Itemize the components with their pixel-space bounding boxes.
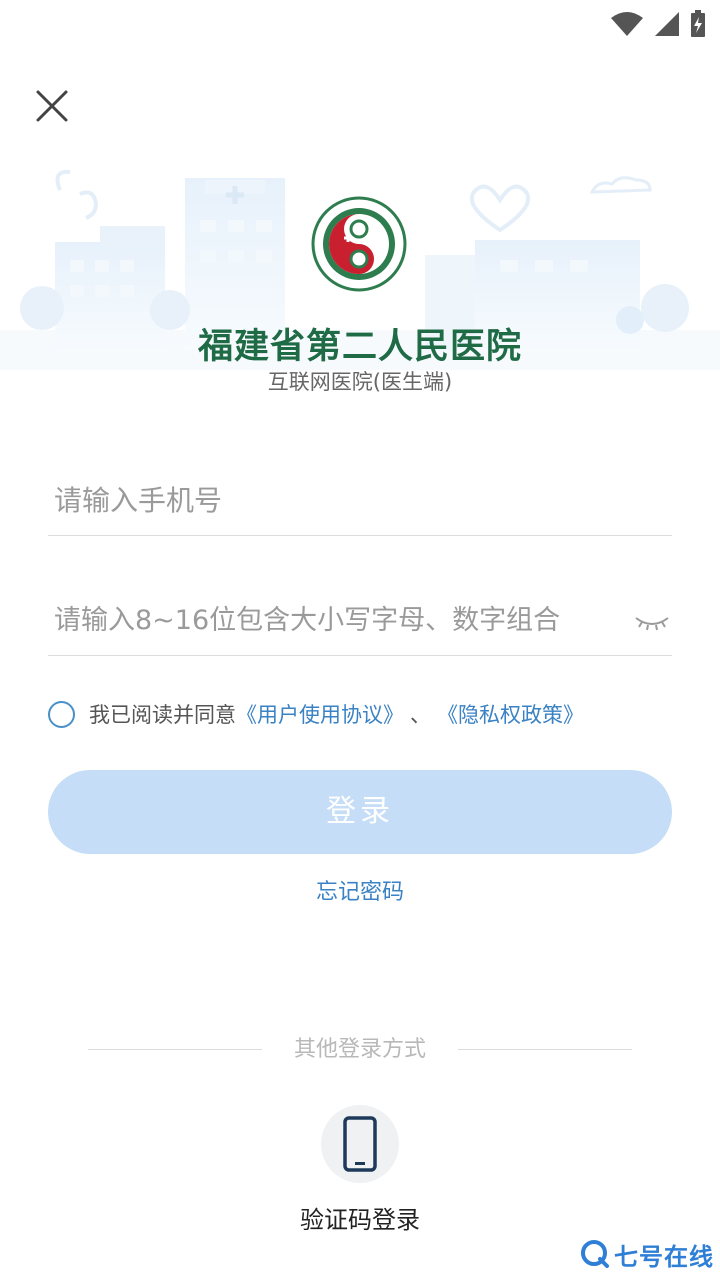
phone-field (48, 466, 672, 536)
agreement-row: 我已阅读并同意 《用户使用协议》 、 《隐私权政策》 (48, 696, 584, 732)
login-button[interactable]: 登录 (48, 770, 672, 854)
close-button[interactable] (30, 84, 74, 128)
signal-icon (655, 12, 679, 36)
phone-input[interactable] (54, 474, 624, 526)
mobile-phone-icon (343, 1116, 377, 1172)
hospital-name: 福建省第二人民医院 (197, 327, 522, 367)
watermark-text: 七号在线 (614, 1242, 714, 1271)
password-field (48, 586, 672, 656)
password-input[interactable] (54, 594, 634, 646)
status-bar (0, 0, 720, 48)
hospital-logo (311, 196, 407, 292)
status-icons (610, 10, 706, 38)
watermark: 七号在线 (580, 1236, 714, 1272)
sms-login-label[interactable]: 验证码登录 (0, 1200, 720, 1235)
hospital-subtitle: 互联网医院(医生端) (267, 370, 453, 394)
wifi-icon (611, 12, 643, 36)
divider-line-right (458, 1049, 632, 1050)
eye-closed-icon[interactable] (632, 606, 672, 636)
privacy-policy-link[interactable]: 《隐私权政策》 (437, 699, 584, 729)
battery-charging-icon (691, 10, 705, 37)
other-login-title: 其他登录方式 (293, 1037, 426, 1062)
sms-login-button[interactable] (321, 1105, 399, 1183)
agreement-separator: 、 (410, 703, 431, 727)
watermark-logo-icon (581, 1240, 609, 1268)
agreement-prefix: 我已阅读并同意 (89, 703, 236, 727)
other-login-divider: 其他登录方式 (88, 1034, 632, 1066)
agreement-checkbox[interactable] (48, 700, 75, 728)
forgot-password-link[interactable]: 忘记密码 (0, 874, 720, 906)
user-agreement-link[interactable]: 《用户使用协议》 (236, 699, 404, 729)
close-icon (36, 90, 68, 122)
